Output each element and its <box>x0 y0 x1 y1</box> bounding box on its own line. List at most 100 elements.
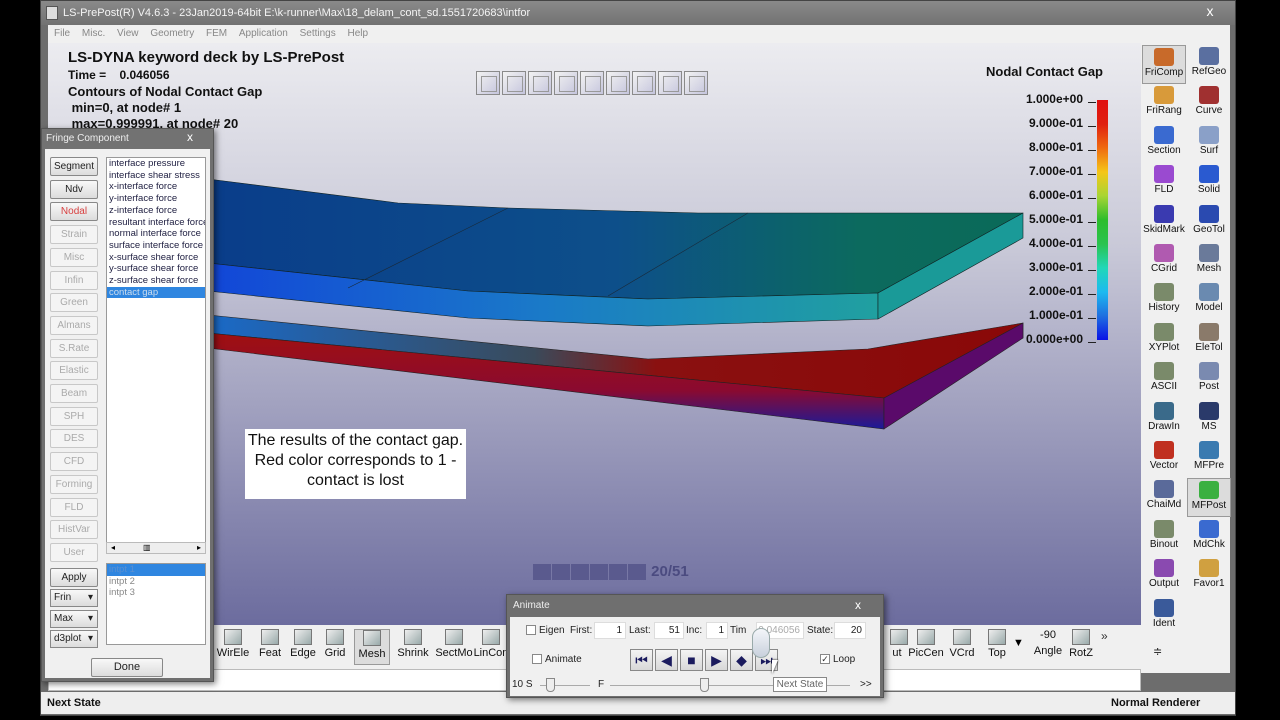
tool-refgeo[interactable]: RefGeo <box>1187 45 1231 84</box>
window-close-button[interactable]: x <box>1193 2 1227 20</box>
category-fld-button[interactable]: FLD <box>50 497 98 517</box>
component-list-hscrollbar[interactable]: ◂ ▥ ▸ <box>106 542 206 554</box>
dropdown-max[interactable]: Max <box>50 609 98 628</box>
more-options-button[interactable]: >> <box>860 677 872 692</box>
tool-fricomp[interactable]: FriComp <box>1142 45 1186 84</box>
category-user-button[interactable]: User <box>50 542 98 562</box>
tool-surf[interactable]: Surf <box>1187 124 1231 163</box>
category-beam-button[interactable]: Beam <box>50 384 98 403</box>
stop-button[interactable]: ■ <box>680 649 703 671</box>
first-state-button[interactable]: ⏮ <box>630 649 653 671</box>
frame-slider-thumb[interactable] <box>699 678 709 692</box>
intpt-item[interactable]: intpt 3 <box>107 587 205 599</box>
previous-state-button[interactable]: ◀ <box>655 649 678 671</box>
category-ndv-button[interactable]: Ndv <box>50 179 98 199</box>
component-item[interactable]: surface interface force <box>107 240 205 252</box>
view-tool-shrink[interactable]: Shrink <box>396 629 430 665</box>
menu-application[interactable]: Application <box>239 28 288 39</box>
tool-ident[interactable]: Ident <box>1142 597 1186 636</box>
tool-model[interactable]: Model <box>1187 281 1231 320</box>
dropdown-d3plot[interactable]: d3plot <box>50 630 98 648</box>
view-tool-top[interactable]: Top <box>983 629 1011 665</box>
loop-checkbox-row[interactable]: ✓ Loop <box>820 652 855 667</box>
component-item[interactable]: interface pressure <box>107 158 205 170</box>
view-tool-sectmo[interactable]: SectMo <box>434 629 474 665</box>
tool-cgrid[interactable]: CGrid <box>1142 242 1186 281</box>
view-tool-lincon[interactable]: LinCon <box>473 629 509 665</box>
done-button[interactable]: Done <box>91 658 163 677</box>
tool-vector[interactable]: Vector <box>1142 439 1186 478</box>
play-button[interactable]: ▶ <box>705 649 728 671</box>
category-elastic-button[interactable]: Elastic <box>50 361 98 381</box>
loop-checkbox[interactable]: ✓ <box>820 654 830 665</box>
tool-ascii[interactable]: ASCII <box>1142 360 1186 399</box>
dialog-close-button[interactable]: x <box>843 597 873 613</box>
category-infin-button[interactable]: Infin <box>50 270 98 290</box>
first-state-field[interactable]: 1 <box>594 622 626 639</box>
tool-mdchk[interactable]: MdChk <box>1187 518 1231 557</box>
more-tools-button[interactable]: » <box>1101 629 1108 643</box>
view-tool-ut[interactable]: ut <box>890 629 908 665</box>
tool-drawin[interactable]: DrawIn <box>1142 400 1186 439</box>
component-item[interactable]: resultant interface force <box>107 217 205 229</box>
menu-help[interactable]: Help <box>348 28 369 39</box>
increment-field[interactable]: 1 <box>706 622 728 639</box>
tool-section[interactable]: Section <box>1142 124 1186 163</box>
tool-history[interactable]: History <box>1142 281 1186 320</box>
component-item[interactable]: y-surface shear force <box>107 263 205 275</box>
category-des-button[interactable]: DES <box>50 429 98 449</box>
component-item[interactable]: y-interface force <box>107 193 205 205</box>
view-tool-feat[interactable]: Feat <box>256 629 284 665</box>
tool-eletol[interactable]: EleTol <box>1187 321 1231 360</box>
category-histvar-button[interactable]: HistVar <box>50 520 98 540</box>
component-item[interactable]: x-interface force <box>107 181 205 193</box>
tool-output[interactable]: Output <box>1142 557 1186 596</box>
component-item[interactable]: z-surface shear force <box>107 275 205 287</box>
category-sph-button[interactable]: SPH <box>50 406 98 426</box>
menu-geometry[interactable]: Geometry <box>150 28 194 39</box>
tool-binout[interactable]: Binout <box>1142 518 1186 557</box>
tool-favor1[interactable]: Favor1 <box>1187 557 1231 596</box>
component-item[interactable]: interface shear stress <box>107 170 205 182</box>
tool-mfpre[interactable]: MFPre <box>1187 439 1231 478</box>
category-green-button[interactable]: Green <box>50 293 98 313</box>
category-cfd-button[interactable]: CFD <box>50 452 98 472</box>
apply-button[interactable]: Apply <box>50 568 98 587</box>
category-strain-button[interactable]: Strain <box>50 225 98 245</box>
tool-ms[interactable]: MS <box>1187 400 1231 439</box>
category-segment-button[interactable]: Segment <box>50 157 98 176</box>
animate-checkbox-row[interactable]: Animate <box>532 652 582 667</box>
category-misc-button[interactable]: Misc <box>50 247 98 267</box>
tool-chaimd[interactable]: ChaiMd <box>1142 478 1186 517</box>
view-tool-piccen[interactable]: PicCen <box>908 629 944 665</box>
component-item[interactable]: contact gap <box>107 286 205 299</box>
component-list[interactable]: interface pressure interface shear stress… <box>106 157 206 552</box>
dropdown-frin[interactable]: Frin <box>50 589 98 607</box>
tool-curve[interactable]: Curve <box>1187 84 1231 123</box>
view-tool-rotz[interactable]: RotZ <box>1066 629 1096 665</box>
view-dropdown-icon[interactable]: ▼ <box>1013 637 1024 649</box>
animate-checkbox[interactable] <box>532 654 542 665</box>
view-tool-mesh[interactable]: Mesh <box>354 629 390 665</box>
component-item[interactable]: z-interface force <box>107 205 205 217</box>
category-srate-button[interactable]: S.Rate <box>50 338 98 358</box>
tool-frirang[interactable]: FriRang <box>1142 84 1186 123</box>
tool-post[interactable]: Post <box>1187 360 1231 399</box>
tool-fld[interactable]: FLD <box>1142 163 1186 202</box>
integration-point-list[interactable]: intpt 1 intpt 2 intpt 3 <box>106 563 206 645</box>
tool-skidmark[interactable]: SkidMark <box>1142 203 1186 242</box>
menu-view[interactable]: View <box>117 28 139 39</box>
intpt-item[interactable]: intpt 1 <box>107 564 205 576</box>
dialog-close-button[interactable]: x <box>175 129 205 145</box>
intpt-item[interactable]: intpt 2 <box>107 576 205 588</box>
view-tool-wirele[interactable]: WirEle <box>216 629 250 665</box>
category-forming-button[interactable]: Forming <box>50 474 98 494</box>
eigen-checkbox-row[interactable]: Eigen <box>526 623 565 638</box>
category-almans-button[interactable]: Almans <box>50 315 98 335</box>
menu-file[interactable]: File <box>54 28 70 39</box>
view-tool-grid[interactable]: Grid <box>321 629 349 665</box>
view-tool-edge[interactable]: Edge <box>288 629 318 665</box>
menu-settings[interactable]: Settings <box>300 28 336 39</box>
component-item[interactable]: normal interface force <box>107 228 205 240</box>
angle-value[interactable]: -90 <box>1030 629 1066 641</box>
